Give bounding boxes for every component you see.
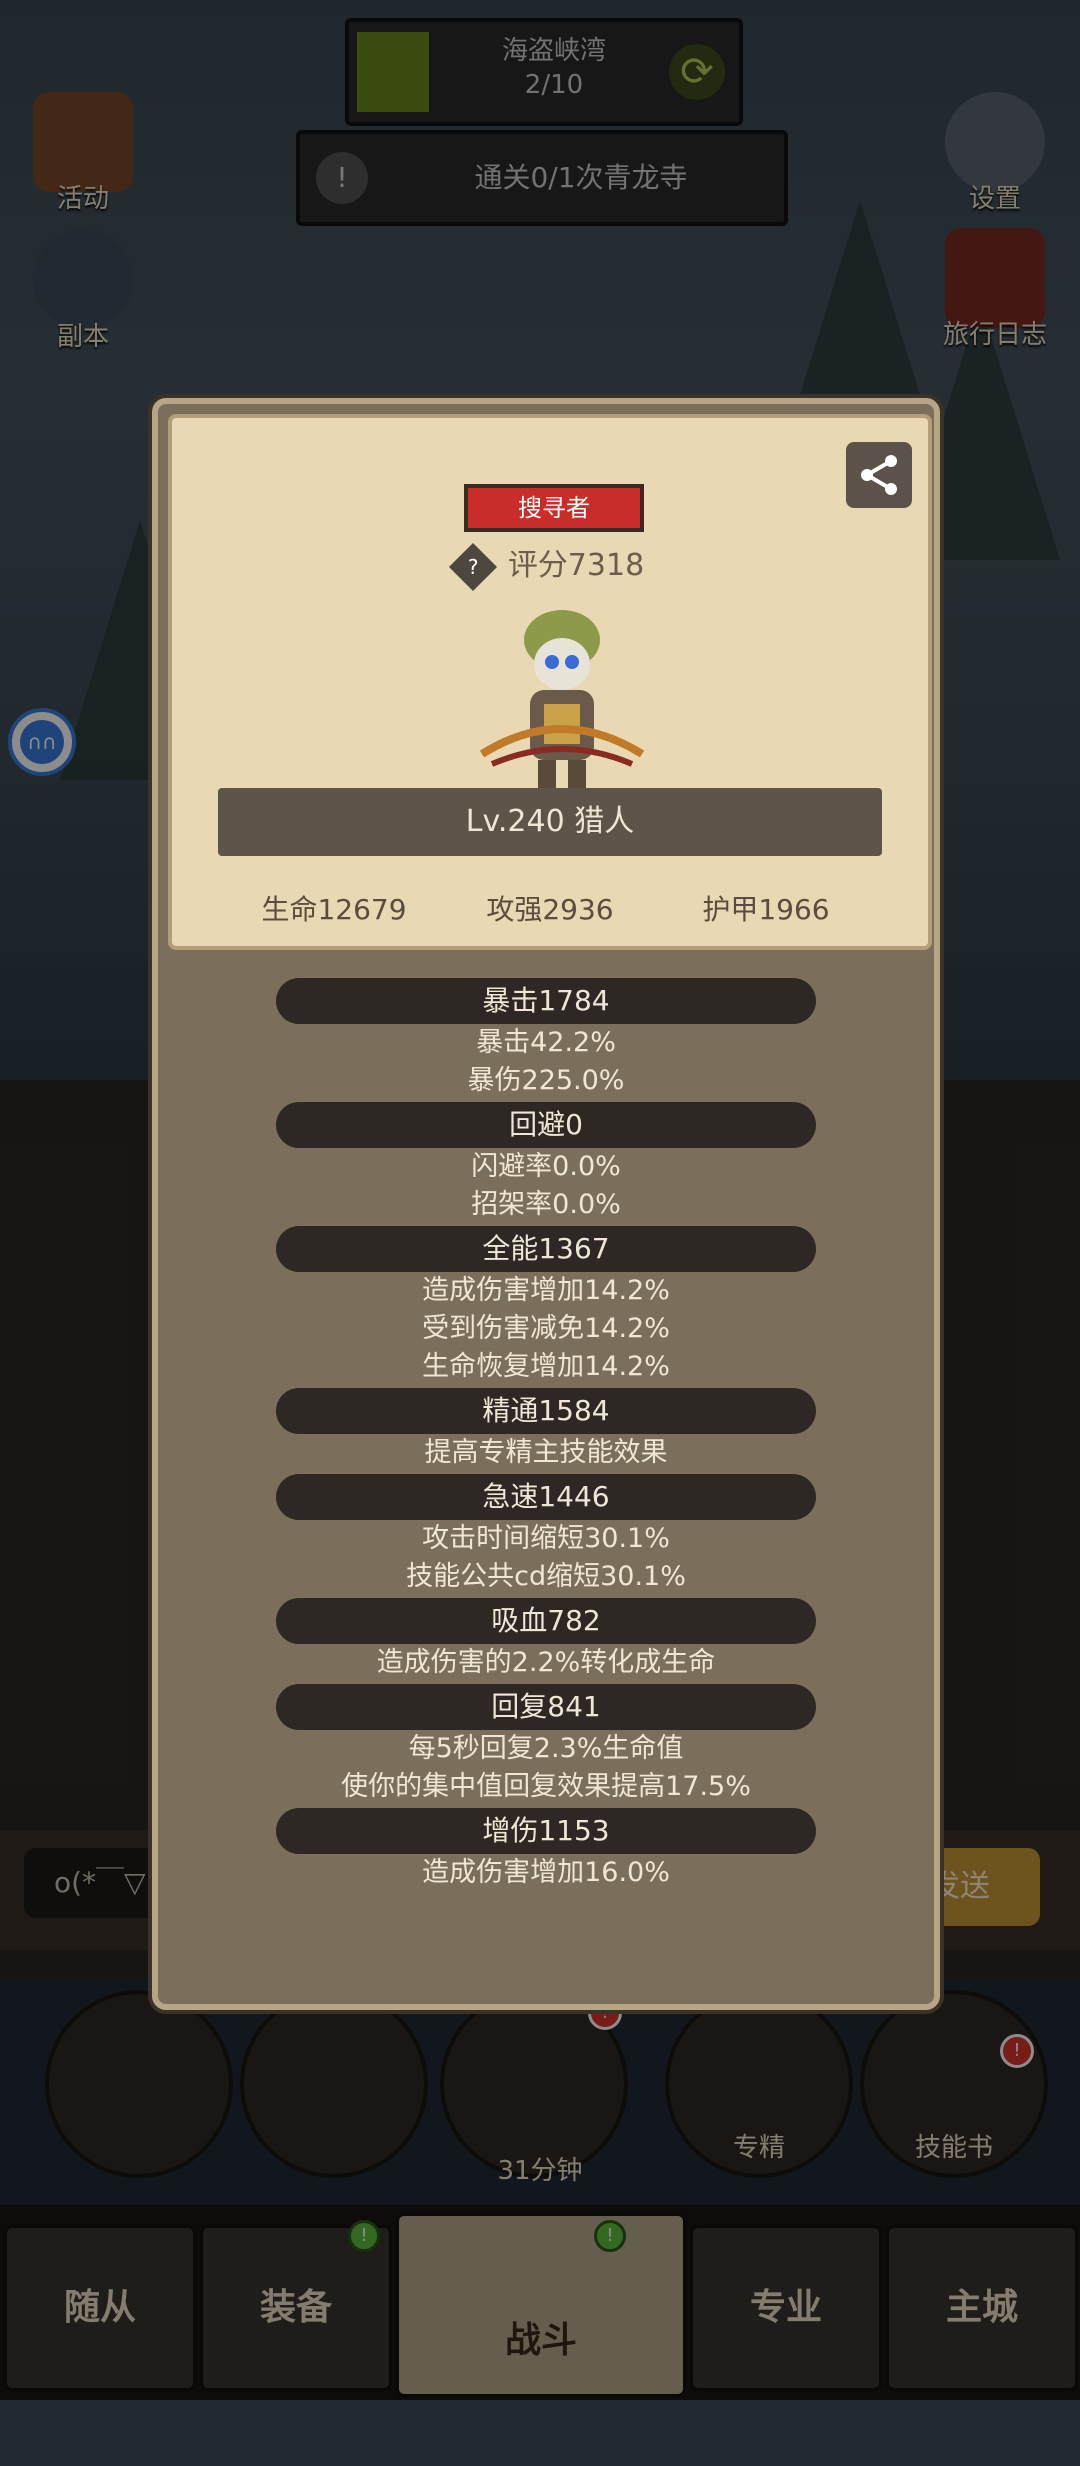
stat-detail: 闪避率0.0%	[471, 1151, 621, 1182]
stat-header: 回复841	[276, 1684, 816, 1730]
stat-block: 回避0 闪避率0.0% 招架率0.0%	[158, 1102, 934, 1224]
stat-block: 吸血782 造成伤害的2.2%转化成生命	[158, 1598, 934, 1682]
attack-power-stat: 攻强2936	[486, 893, 614, 926]
share-button[interactable]	[846, 442, 912, 508]
share-icon	[861, 455, 897, 495]
stat-detail: 造成伤害的2.2%转化成生命	[376, 1647, 716, 1678]
stat-block: 全能1367 造成伤害增加14.2% 受到伤害减免14.2% 生命恢复增加14.2%	[158, 1226, 934, 1386]
stat-detail: 招架率0.0%	[471, 1189, 621, 1220]
stat-block: 精通1584 提高专精主技能效果	[158, 1388, 934, 1472]
stat-detail: 使你的集中值回复效果提高17.5%	[341, 1771, 751, 1802]
secondary-stats-list: 暴击1784 暴击42.2% 暴伤225.0% 回避0 闪避率0.0% 招架率0.0% 全能…	[158, 978, 934, 1894]
stat-detail: 受到伤害减免14.2%	[422, 1313, 670, 1344]
stat-header: 暴击1784	[276, 978, 816, 1024]
stat-detail: 提高专精主技能效果	[424, 1437, 668, 1468]
stat-block: 增伤1153 造成伤害增加16.0%	[158, 1808, 934, 1892]
stat-detail: 攻击时间缩短30.1%	[422, 1523, 670, 1554]
character-card: 搜寻者 ? 评分7318 Lv.240 猎人 生命12679 攻强2936 护甲1…	[168, 414, 932, 950]
stat-header: 吸血782	[276, 1598, 816, 1644]
hp-stat: 生命12679	[261, 893, 407, 926]
stat-header: 精通1584	[276, 1388, 816, 1434]
hunter-avatar	[479, 610, 645, 790]
stat-header: 回避0	[276, 1102, 816, 1148]
stat-detail: 技能公共cd缩短30.1%	[406, 1561, 686, 1592]
stat-detail: 造成伤害增加16.0%	[422, 1857, 670, 1888]
score-value: 评分7318	[507, 548, 645, 583]
stat-detail: 暴击42.2%	[476, 1027, 616, 1058]
score-line: ? 评分7318	[172, 540, 928, 591]
armor-stat: 护甲1966	[702, 893, 830, 926]
stat-block: 回复841 每5秒回复2.3%生命值使你的集中值回复效果提高17.5%	[158, 1684, 934, 1806]
role-tag: 搜寻者	[464, 484, 644, 532]
stat-detail: 生命恢复增加14.2%	[422, 1351, 670, 1382]
stat-block: 暴击1784 暴击42.2% 暴伤225.0%	[158, 978, 934, 1100]
level-class-bar: Lv.240 猎人	[218, 788, 882, 856]
help-icon[interactable]: ?	[448, 542, 497, 591]
stat-detail: 暴伤225.0%	[467, 1065, 625, 1096]
character-stats-panel: 搜寻者 ? 评分7318 Lv.240 猎人 生命12679 攻强2936 护甲1…	[152, 398, 940, 2010]
stat-detail: 每5秒回复2.3%生命值	[408, 1733, 684, 1764]
stat-header: 急速1446	[276, 1474, 816, 1520]
stat-block: 急速1446 攻击时间缩短30.1% 技能公共cd缩短30.1%	[158, 1474, 934, 1596]
stat-header: 增伤1153	[276, 1808, 816, 1854]
stat-header: 全能1367	[276, 1226, 816, 1272]
stat-detail: 造成伤害增加14.2%	[422, 1275, 670, 1306]
